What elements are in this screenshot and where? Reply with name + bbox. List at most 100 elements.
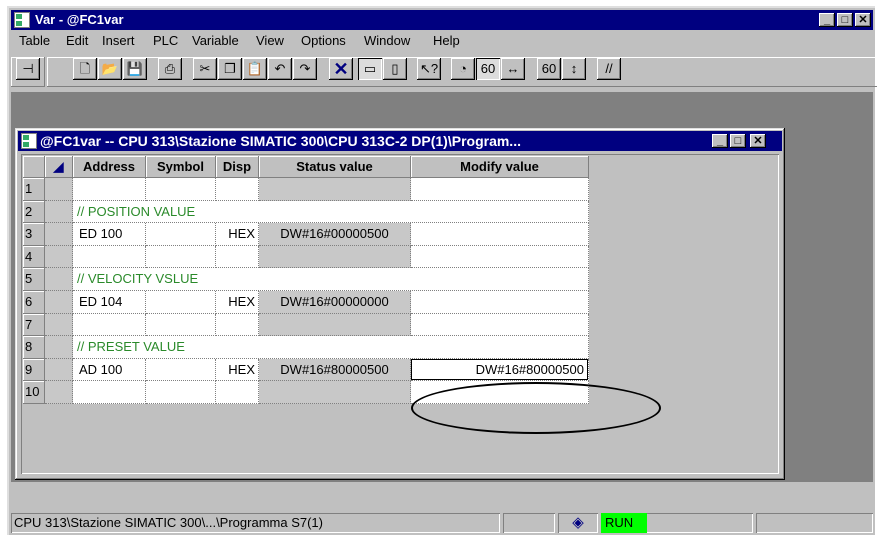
title-bar[interactable]: Var - @FC1var _ □ ✕ [11,10,873,30]
address-cell[interactable]: ED 100 [73,223,146,246]
row-number[interactable]: 3 [23,223,45,246]
online-icon[interactable]: ▭ [358,58,382,80]
disp-cell[interactable]: HEX [216,223,259,246]
open-folder-icon[interactable]: 📂 [98,58,122,80]
redo-icon[interactable]: ↷ [293,58,317,80]
maximize-button[interactable]: □ [837,13,853,27]
comment-cell[interactable]: // PRESET VALUE [73,336,589,359]
address-cell[interactable] [73,313,146,337]
select-all-icon[interactable]: ◢ [45,156,73,178]
symbol-cell[interactable] [146,245,216,269]
symbol-cell[interactable] [146,223,216,246]
disp-cell[interactable]: HEX [216,291,259,314]
symbol-cell[interactable] [146,313,216,337]
new-file-icon[interactable]: 🗋 [73,58,97,80]
comment-cell[interactable]: // POSITION VALUE [73,200,589,224]
row-number[interactable]: 9 [23,358,45,382]
row-number[interactable]: 8 [23,336,45,359]
save-icon[interactable]: 💾 [123,58,147,80]
child-close-button[interactable]: ✕ [750,134,766,148]
variable-table-window: @FC1var -- CPU 313\Stazione SIMATIC 300\… [15,128,785,480]
menu-edit[interactable]: Edit [66,33,88,48]
print-icon[interactable]: ⎙ [158,58,182,80]
child-maximize-button[interactable]: □ [730,134,746,148]
minimize-button[interactable]: _ [819,13,835,27]
symbol-cell[interactable] [146,358,216,382]
row-selector[interactable] [45,381,73,404]
disp-cell[interactable]: HEX [216,358,259,382]
address-cell[interactable] [73,381,146,404]
column-header-status[interactable]: Status value [259,156,411,178]
child-title-bar[interactable]: @FC1var -- CPU 313\Stazione SIMATIC 300\… [18,131,782,151]
modify-value-cell[interactable] [411,178,589,201]
monitor-once-icon[interactable]: 60 [537,58,561,80]
row-selector[interactable] [45,313,73,337]
row-number[interactable]: 5 [23,268,45,291]
row-selector[interactable] [45,291,73,314]
status-value-cell [259,178,411,201]
row-number[interactable]: 1 [23,178,45,201]
app-icon[interactable] [14,12,30,28]
paste-icon[interactable]: 📋 [243,58,267,80]
menu-variable[interactable]: Variable [192,33,239,48]
child-app-icon[interactable] [21,133,37,149]
column-header-symbol[interactable]: Symbol [146,156,216,178]
pin-icon[interactable]: ⊣ [16,58,40,80]
row-selector[interactable] [45,268,73,291]
symbol-cell[interactable] [146,291,216,314]
address-cell[interactable]: ED 104 [73,291,146,314]
undo-icon[interactable]: ↶ [268,58,292,80]
modify-value-cell[interactable] [411,291,589,314]
symbol-cell[interactable] [146,178,216,201]
symbol-cell[interactable] [146,381,216,404]
status-value-cell [259,245,411,269]
disp-cell[interactable] [216,178,259,201]
row-number[interactable]: 6 [23,291,45,314]
status-value-cell: DW#16#80000500 [259,358,411,382]
menu-table[interactable]: Table [19,33,50,48]
menu-view[interactable]: View [256,33,284,48]
menu-window[interactable]: Window [364,33,410,48]
modify-variable-icon[interactable]: ↔ [501,58,525,80]
row-number[interactable]: 4 [23,245,45,269]
modify-once-icon[interactable]: ↕ [562,58,586,80]
row-number[interactable]: 10 [23,381,45,404]
row-selector[interactable] [45,336,73,359]
row-number[interactable]: 2 [23,200,45,224]
row-selector[interactable] [45,178,73,201]
force-icon[interactable]: // [597,58,621,80]
disp-cell[interactable] [216,381,259,404]
address-cell[interactable]: AD 100 [73,358,146,382]
row-selector[interactable] [45,200,73,224]
menu-help[interactable]: Help [433,33,460,48]
address-cell[interactable] [73,245,146,269]
trigger-icon[interactable]: ◔ [451,58,475,80]
menu-options[interactable]: Options [301,33,346,48]
modify-value-cell[interactable]: DW#16#80000500 [411,358,589,382]
row-number[interactable]: 7 [23,313,45,337]
cut-icon[interactable]: ✂ [193,58,217,80]
modify-value-cell[interactable] [411,313,589,337]
comment-cell[interactable]: // VELOCITY VSLUE [73,268,589,291]
child-minimize-button[interactable]: _ [712,134,728,148]
disp-cell[interactable] [216,245,259,269]
menu-insert[interactable]: Insert [102,33,135,48]
close-button[interactable]: ✕ [855,13,871,27]
column-header-modify[interactable]: Modify value [411,156,589,178]
row-selector[interactable] [45,358,73,382]
monitor-icon[interactable]: ▯ [383,58,407,80]
help-pointer-icon[interactable]: ↖? [417,58,441,80]
modify-value-cell[interactable] [411,223,589,246]
column-header-address[interactable]: Address [73,156,146,178]
column-header-disp[interactable]: Disp [216,156,259,178]
address-cell[interactable] [73,178,146,201]
modify-value-cell[interactable] [411,245,589,269]
disp-cell[interactable] [216,313,259,337]
menu-plc[interactable]: PLC [153,33,178,48]
copy-icon[interactable]: ❐ [218,58,242,80]
row-selector[interactable] [45,223,73,246]
row-selector[interactable] [45,245,73,269]
monitor-variable-icon[interactable]: 60 [476,58,500,80]
delete-icon[interactable]: ✕ [329,58,353,80]
modify-value-cell[interactable] [411,381,589,404]
